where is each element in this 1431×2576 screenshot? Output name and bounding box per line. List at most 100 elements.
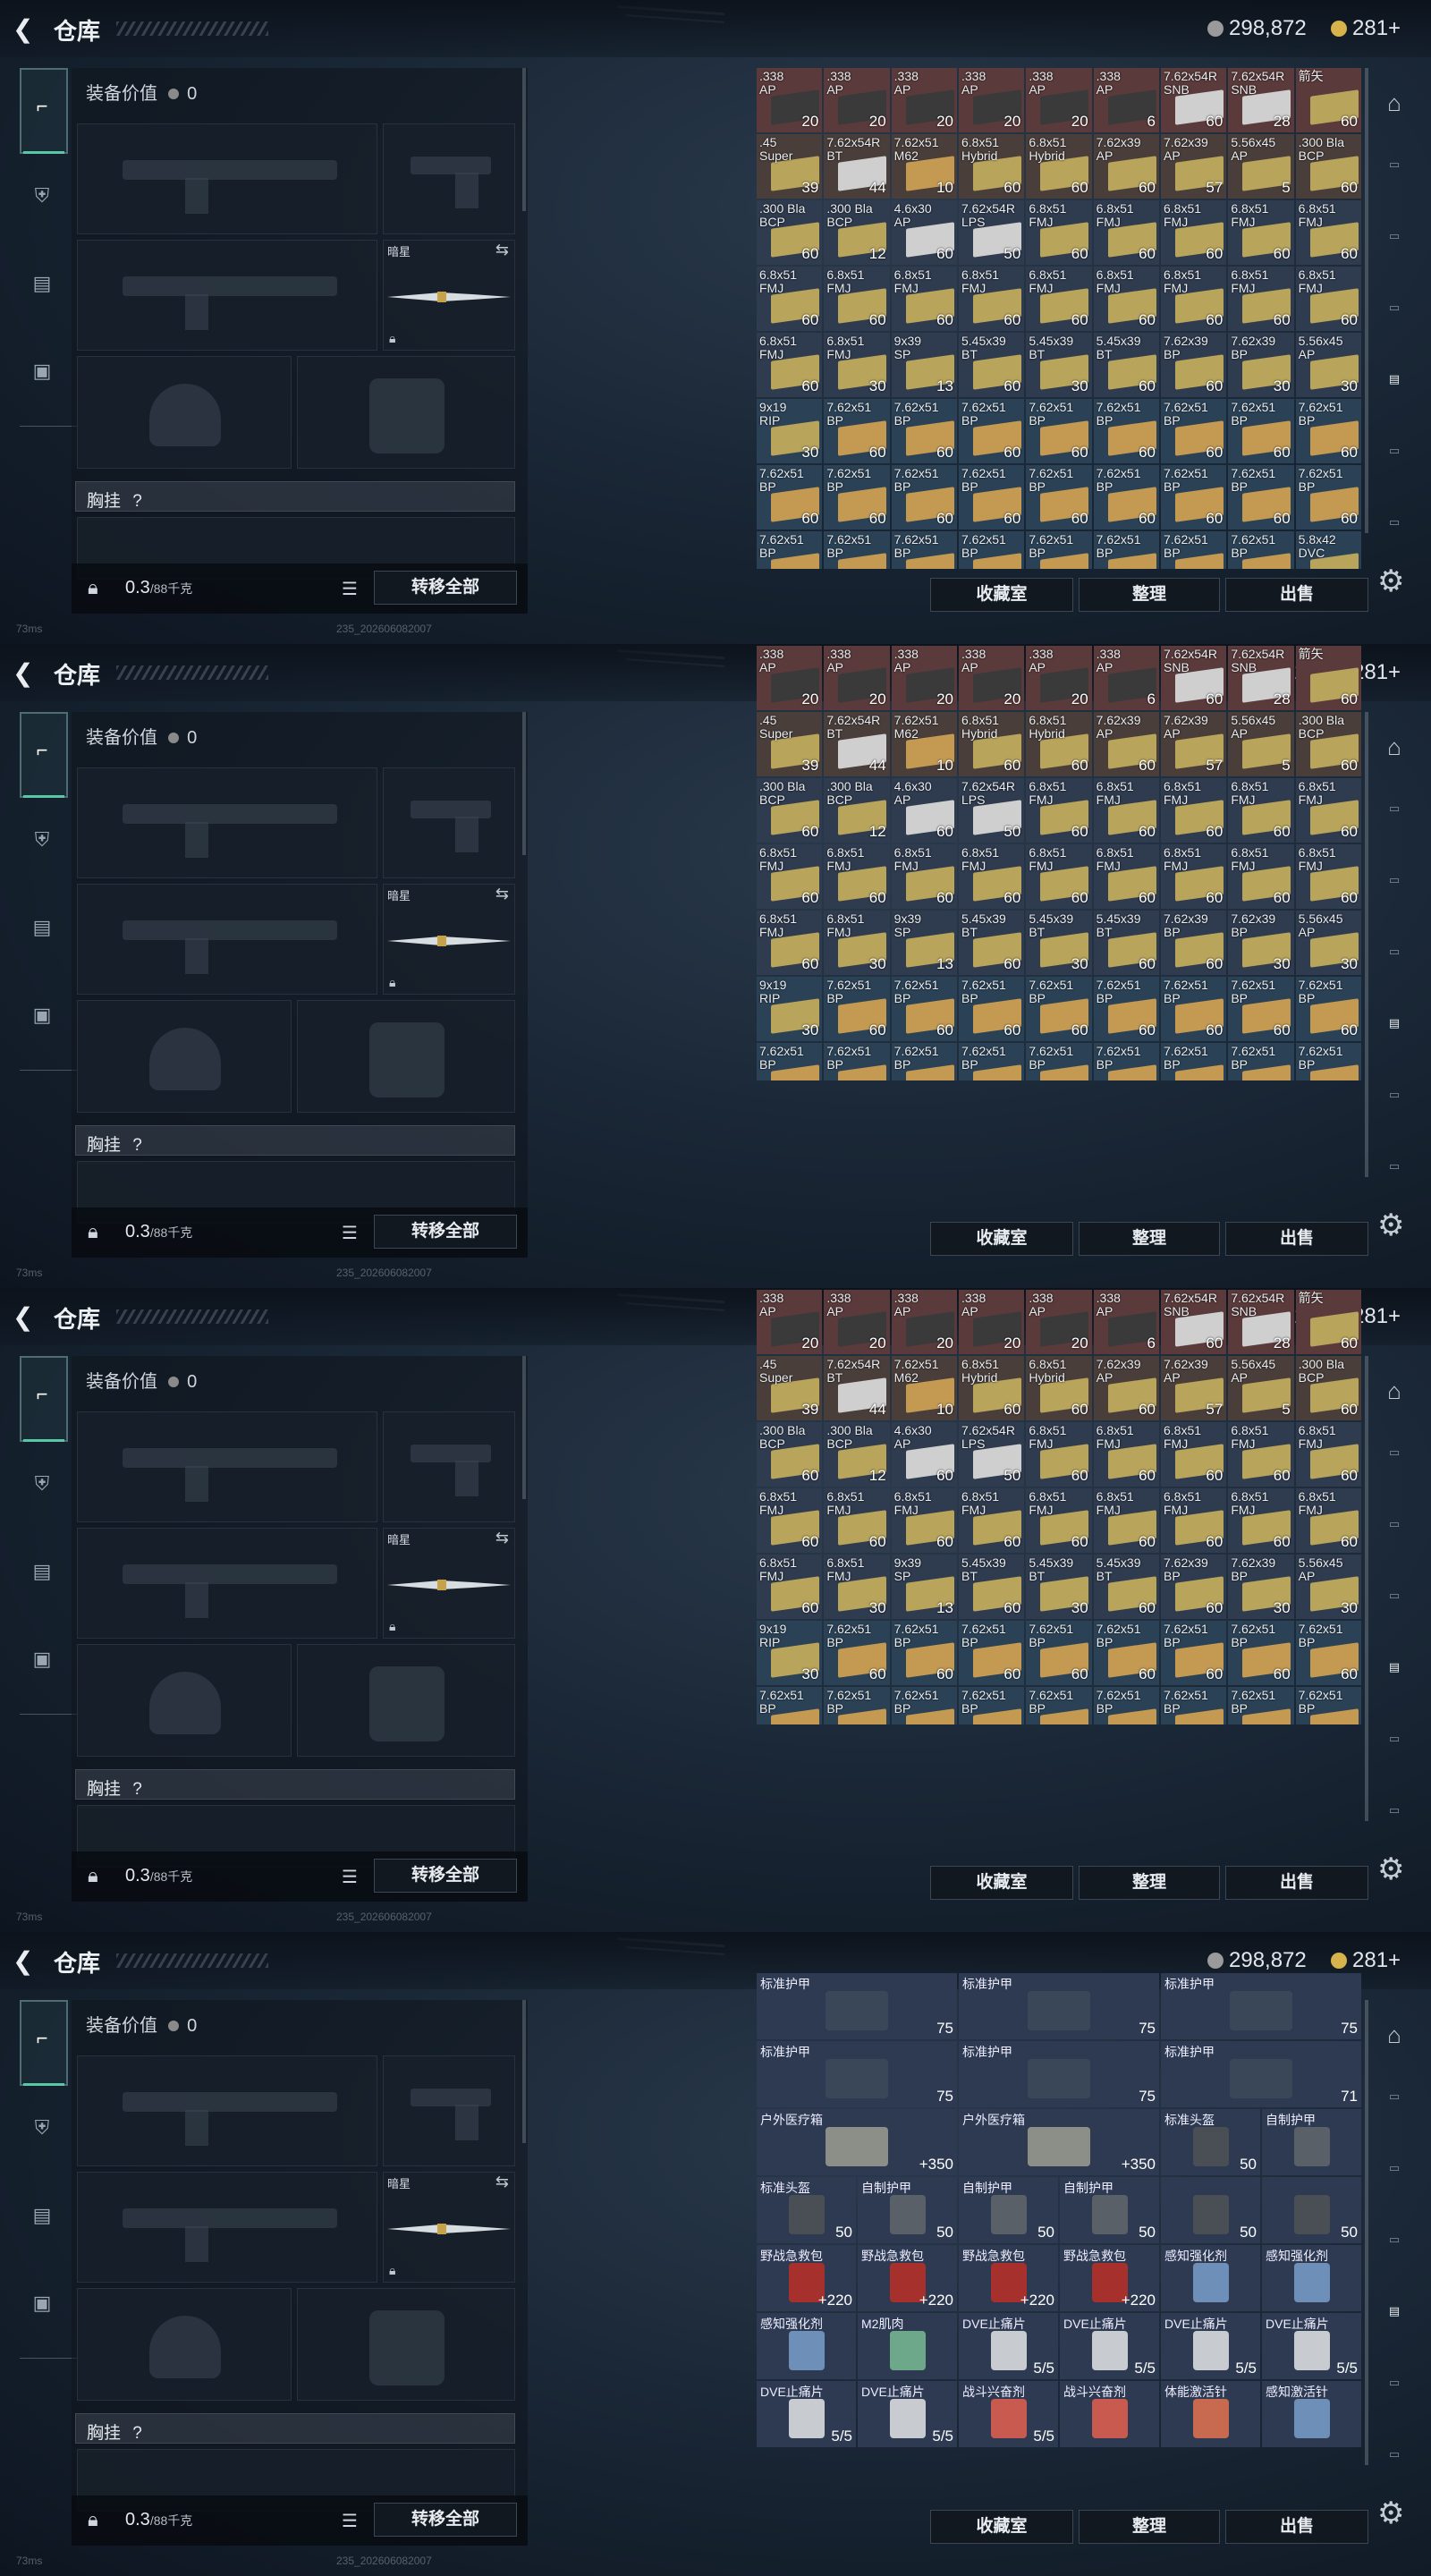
- inventory-item[interactable]: .300 Bla BCP 60: [757, 778, 823, 843]
- inventory-item[interactable]: 5.56x45 AP 5: [1228, 1356, 1294, 1420]
- inventory-item[interactable]: 5.56x45 AP 30: [1295, 333, 1361, 397]
- inventory-item[interactable]: 7.62x51 BP60: [891, 977, 957, 1041]
- inventory-item[interactable]: 7.62x51 M62 10: [891, 134, 957, 199]
- inventory-item[interactable]: 7.62x54R LPS 50: [959, 778, 1025, 843]
- inventory-item[interactable]: 5.45x39 BT 30: [1026, 1555, 1092, 1619]
- inventory-item[interactable]: 7.62x51 BP60: [1026, 1687, 1092, 1724]
- gear-item[interactable]: DVE止痛片 5/5: [959, 2313, 1058, 2379]
- inventory-item[interactable]: 7.62x51 BP60: [891, 1687, 957, 1724]
- inventory-item[interactable]: 7.62x51 BP60: [1026, 465, 1092, 530]
- inventory-item[interactable]: 7.62x51 BP60: [824, 1043, 890, 1080]
- inventory-item[interactable]: 7.62x51 BP60: [757, 1687, 823, 1724]
- settings-gear-icon[interactable]: ⚙: [1377, 1852, 1404, 1887]
- inventory-item[interactable]: 4.6x30 AP 60: [891, 1422, 957, 1487]
- gear-item[interactable]: M2肌肉: [858, 2313, 957, 2379]
- inventory-item[interactable]: 6.8x51 FMJ 60: [1228, 200, 1294, 265]
- inventory-item[interactable]: .338 AP 20: [757, 68, 823, 132]
- inventory-item[interactable]: 5.45x39 BT 60: [1093, 333, 1159, 397]
- backpack-icon[interactable]: ▣: [29, 1648, 55, 1671]
- rig-icon[interactable]: ▤: [29, 916, 55, 939]
- inventory-item[interactable]: .300 Bla BCP 60: [1295, 1356, 1361, 1420]
- gear-item[interactable]: 感知强化剂: [1262, 2245, 1361, 2311]
- swap-icon[interactable]: ⇆: [495, 2173, 509, 2191]
- inventory-item[interactable]: 7.62x51 BP60: [1026, 1621, 1092, 1685]
- sort-button[interactable]: 整理: [1079, 578, 1220, 612]
- equipment-scrollbar[interactable]: [522, 68, 526, 211]
- inventory-scrollbar[interactable]: [1365, 68, 1368, 533]
- inventory-item[interactable]: 7.62x51 BP60: [1161, 1043, 1227, 1080]
- inventory-item[interactable]: 箭矢 60: [1295, 1290, 1361, 1354]
- storage-tab-3[interactable]: ▭: [1377, 1589, 1411, 1619]
- list-icon[interactable]: ☰: [342, 2510, 358, 2532]
- gear-item[interactable]: 户外医疗箱 +350: [757, 2109, 957, 2175]
- inventory-item[interactable]: 7.62x39 BP 60: [1161, 911, 1227, 975]
- storage-tab-1[interactable]: ▭: [1377, 157, 1411, 188]
- gear-item[interactable]: 感知激活针: [1262, 2381, 1361, 2447]
- inventory-item[interactable]: 7.62x54R SNB 60: [1161, 646, 1227, 710]
- sell-button[interactable]: 出售: [1225, 2510, 1368, 2544]
- inventory-item[interactable]: 7.62x51 BP60: [1295, 1621, 1361, 1685]
- inventory-item[interactable]: 6.8x51 Hybrid 60: [959, 134, 1025, 199]
- inventory-item[interactable]: 7.62x39 AP 60: [1093, 1356, 1159, 1420]
- storage-tab-2[interactable]: ▭: [1377, 873, 1411, 903]
- inventory-item[interactable]: 7.62x51 BP60: [959, 465, 1025, 530]
- primary-weapon-slot[interactable]: [77, 1411, 377, 1522]
- inventory-item[interactable]: 9x19 RIP 30: [757, 1621, 823, 1685]
- storage-tab-2[interactable]: ▭: [1377, 1517, 1411, 1547]
- collection-room-button[interactable]: 收藏室: [930, 2510, 1073, 2544]
- gear-item[interactable]: DVE止痛片 5/5: [1262, 2313, 1361, 2379]
- gear-item[interactable]: 50: [1161, 2177, 1260, 2243]
- inventory-item[interactable]: 6.8x51 FMJ 60: [1161, 1488, 1227, 1553]
- armor-slot[interactable]: [297, 356, 515, 469]
- chest-rig-slot[interactable]: 胸挂 ?: [75, 2413, 515, 2444]
- gear-item[interactable]: 标准头盔 50: [757, 2177, 856, 2243]
- inventory-item[interactable]: 9x39 SP 13: [891, 333, 957, 397]
- inventory-item[interactable]: 7.62x51 BP60: [1228, 465, 1294, 530]
- inventory-item[interactable]: 6.8x51 Hybrid 60: [1026, 712, 1092, 776]
- storage-tab-5[interactable]: ▭: [1377, 1088, 1411, 1118]
- inventory-item[interactable]: 7.62x51 BP60: [1228, 1687, 1294, 1724]
- gear-item[interactable]: 自制护甲 50: [959, 2177, 1058, 2243]
- inventory-item[interactable]: 7.62x54R SNB 60: [1161, 1290, 1227, 1354]
- gold-currency[interactable]: 281+: [1331, 16, 1401, 41]
- sell-button[interactable]: 出售: [1225, 1866, 1368, 1900]
- inventory-item[interactable]: 7.62x51 BP60: [1295, 465, 1361, 530]
- inventory-item[interactable]: 7.62x51 BP60: [1093, 977, 1159, 1041]
- inventory-item[interactable]: 7.62x51 BP60: [1161, 1621, 1227, 1685]
- inventory-item[interactable]: 7.62x39 BP 60: [1161, 1555, 1227, 1619]
- inventory-item[interactable]: 6.8x51 Hybrid 60: [959, 1356, 1025, 1420]
- armor-icon[interactable]: ⛨: [29, 184, 55, 208]
- inventory-item[interactable]: 7.62x51 BP60: [1161, 1687, 1227, 1724]
- helmet-slot[interactable]: [77, 1000, 292, 1113]
- inventory-item[interactable]: 6.8x51 FMJ 60: [891, 267, 957, 331]
- storage-tab-2[interactable]: ▭: [1377, 2161, 1411, 2191]
- inventory-item[interactable]: 6.8x51 FMJ 60: [1295, 1488, 1361, 1553]
- inventory-item[interactable]: 4.6x30 AP 60: [891, 200, 957, 265]
- backpack-icon[interactable]: ▣: [29, 1004, 55, 1027]
- inventory-item[interactable]: .338 AP 6: [1093, 646, 1159, 710]
- chest-rig-slot[interactable]: 胸挂 ?: [75, 481, 515, 512]
- inventory-item[interactable]: 5.45x39 BT 60: [1093, 911, 1159, 975]
- gear-item[interactable]: 野战急救包 +220: [858, 2245, 957, 2311]
- inventory-item[interactable]: 7.62x51 BP60: [891, 465, 957, 530]
- inventory-item[interactable]: 7.62x51 BP60: [1295, 1687, 1361, 1724]
- inventory-item[interactable]: 7.62x51 BP60: [959, 1043, 1025, 1080]
- inventory-item[interactable]: .338 AP 20: [824, 646, 890, 710]
- gear-item[interactable]: 战斗兴奋剂 5/5: [959, 2381, 1058, 2447]
- swap-icon[interactable]: ⇆: [495, 1529, 509, 1547]
- inventory-item[interactable]: 6.8x51 FMJ 60: [1026, 1422, 1092, 1487]
- inventory-item[interactable]: .338 AP 20: [757, 1290, 823, 1354]
- inventory-item[interactable]: 7.62x51 BP: [1228, 531, 1294, 569]
- gear-item[interactable]: 感知强化剂: [1161, 2245, 1260, 2311]
- gear-item[interactable]: 标准护甲 75: [959, 2041, 1159, 2107]
- inventory-item[interactable]: 6.8x51 FMJ 60: [1026, 778, 1092, 843]
- inventory-item[interactable]: 6.8x51 FMJ 60: [891, 844, 957, 909]
- inventory-item[interactable]: 7.62x51 BP60: [757, 465, 823, 530]
- inventory-item[interactable]: 7.62x51 BP60: [1093, 465, 1159, 530]
- collection-room-button[interactable]: 收藏室: [930, 1866, 1073, 1900]
- inventory-item[interactable]: 5.56x45 AP 5: [1228, 712, 1294, 776]
- inventory-item[interactable]: 7.62x39 BP 30: [1228, 333, 1294, 397]
- storage-tab-2[interactable]: ▭: [1377, 229, 1411, 259]
- inventory-item[interactable]: 6.8x51 FMJ 60: [757, 1555, 823, 1619]
- inventory-item[interactable]: .338 AP 20: [1026, 1290, 1092, 1354]
